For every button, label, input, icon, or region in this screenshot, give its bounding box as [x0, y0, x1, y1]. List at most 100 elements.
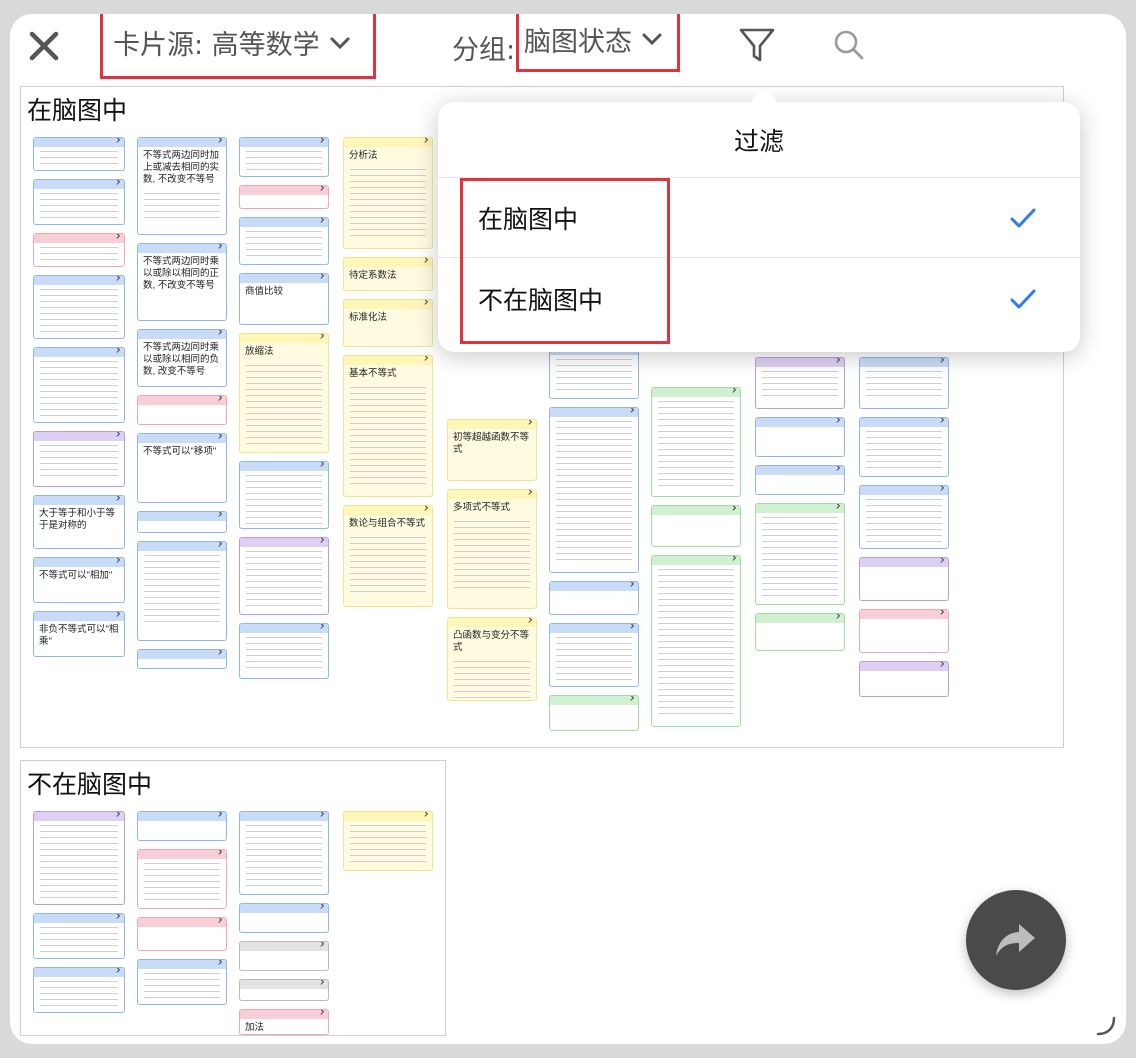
card[interactable]: [859, 417, 949, 477]
card[interactable]: [343, 811, 433, 871]
filter-option-label: 在脑图中: [478, 204, 579, 234]
card[interactable]: [859, 485, 949, 549]
card[interactable]: [33, 179, 125, 225]
card[interactable]: [239, 137, 329, 177]
card-column: [343, 811, 433, 871]
card[interactable]: [137, 541, 227, 641]
card[interactable]: 不等式可以"移项": [137, 433, 227, 503]
card[interactable]: 放缩法: [239, 333, 329, 453]
card[interactable]: [859, 557, 949, 601]
card-column: 加法: [239, 811, 329, 1035]
card-column: [549, 345, 639, 731]
card[interactable]: 基本不等式: [343, 355, 433, 497]
card[interactable]: [239, 979, 329, 1001]
card[interactable]: [755, 417, 845, 457]
card[interactable]: [859, 661, 949, 697]
card[interactable]: [33, 347, 125, 423]
card[interactable]: [137, 395, 227, 425]
card-text: 非负不等式可以"相乘": [39, 624, 119, 647]
card[interactable]: [755, 613, 845, 651]
card[interactable]: 非负不等式可以"相乘": [33, 611, 125, 657]
card[interactable]: [755, 465, 845, 495]
card-browser-sheet: 卡片源: 高等数学 分组: 脑图状态 在脑图中 › › › › › › › 大于…: [10, 14, 1126, 1044]
card[interactable]: 分析法: [343, 137, 433, 249]
card[interactable]: [859, 357, 949, 409]
card[interactable]: 数论与组合不等式: [343, 505, 433, 607]
card[interactable]: [137, 917, 227, 951]
card[interactable]: [137, 849, 227, 909]
group-by-label: 脑图状态: [524, 26, 632, 58]
filter-option-not-in-mindmap[interactable]: 不在脑图中: [438, 259, 1080, 339]
card[interactable]: 大于等于和小于等于是对称的: [33, 495, 125, 549]
card-text: 待定系数法: [349, 270, 397, 281]
card[interactable]: [137, 811, 227, 841]
search-icon[interactable]: [832, 28, 866, 62]
card[interactable]: [859, 609, 949, 653]
card[interactable]: 不等式可以"相加": [33, 557, 125, 603]
card-text: 标准化法: [349, 312, 388, 323]
card[interactable]: [239, 811, 329, 895]
card[interactable]: [651, 555, 741, 727]
group-title: 不在脑图中: [27, 765, 183, 801]
card[interactable]: [239, 461, 329, 529]
card[interactable]: [33, 913, 125, 959]
card[interactable]: [239, 185, 329, 209]
card[interactable]: [651, 505, 741, 547]
card-column: 初等超越函数不等式 多项式不等式 凸函数与变分不等式: [447, 419, 537, 701]
card[interactable]: 加法: [239, 1009, 329, 1035]
checkmark-icon: [1010, 289, 1036, 309]
card[interactable]: [239, 941, 329, 971]
card[interactable]: [755, 357, 845, 409]
card[interactable]: [33, 431, 125, 487]
card[interactable]: [549, 345, 639, 399]
card[interactable]: 标准化法: [343, 299, 433, 347]
resize-handle-icon[interactable]: [1094, 1014, 1118, 1038]
card[interactable]: [137, 959, 227, 1005]
card[interactable]: [549, 407, 639, 573]
card[interactable]: 多项式不等式: [447, 489, 537, 609]
card[interactable]: [239, 217, 329, 265]
share-button[interactable]: [966, 890, 1066, 990]
card[interactable]: 初等超越函数不等式: [447, 419, 537, 481]
card[interactable]: [239, 903, 329, 933]
card[interactable]: [239, 623, 329, 679]
card-text: 多项式不等式: [453, 502, 511, 513]
card[interactable]: [33, 967, 125, 1013]
card[interactable]: [755, 503, 845, 605]
top-bar: 卡片源: 高等数学 分组: 脑图状态: [10, 14, 1126, 84]
card[interactable]: [137, 511, 227, 533]
card-column: 大于等于和小于等于是对称的 不等式可以"相加" 非负不等式可以"相乘": [33, 137, 125, 657]
card[interactable]: [137, 649, 227, 669]
group-by-dropdown[interactable]: 脑图状态: [516, 14, 680, 72]
card[interactable]: [33, 233, 125, 267]
card[interactable]: [549, 623, 639, 687]
card-text: 放缩法: [245, 346, 274, 357]
card[interactable]: [33, 137, 125, 171]
card[interactable]: [651, 387, 741, 497]
filter-title: 过滤: [438, 102, 1080, 178]
card-text: 初等超越函数不等式: [453, 432, 530, 455]
card-column: 分析法 待定系数法 标准化法 基本不等式 数论与组合不等式: [343, 137, 433, 607]
chevron-down-icon: [330, 37, 350, 49]
card[interactable]: 不等式两边同时乘以或除以相同的负数, 改变不等号: [137, 329, 227, 387]
card[interactable]: [239, 537, 329, 615]
card-text: 凸函数与变分不等式: [453, 630, 530, 653]
card[interactable]: 待定系数法: [343, 257, 433, 291]
card[interactable]: 商值比较: [239, 273, 329, 325]
card-source-dropdown[interactable]: 卡片源: 高等数学: [100, 14, 376, 79]
filter-icon[interactable]: [738, 26, 776, 64]
close-icon[interactable]: [26, 28, 62, 64]
group-not-in-mindmap: 不在脑图中 加法: [20, 760, 446, 1036]
card-column: 不等式两边同时加上或减去相同的实数, 不改变不等号 不等式两边同时乘以或除以相同…: [137, 137, 227, 669]
card[interactable]: 不等式两边同时乘以或除以相同的正数, 不改变不等号: [137, 243, 227, 321]
card-text: 不等式两边同时乘以或除以相同的负数, 改变不等号: [143, 342, 220, 377]
card[interactable]: [549, 695, 639, 731]
card[interactable]: [33, 275, 125, 339]
filter-option-in-mindmap[interactable]: 在脑图中: [438, 178, 1080, 258]
card[interactable]: 不等式两边同时加上或减去相同的实数, 不改变不等号: [137, 137, 227, 235]
card-text: 基本不等式: [349, 368, 397, 379]
card[interactable]: [549, 581, 639, 615]
card-text: 大于等于和小于等于是对称的: [39, 508, 116, 531]
card[interactable]: [33, 811, 125, 905]
card[interactable]: 凸函数与变分不等式: [447, 617, 537, 701]
